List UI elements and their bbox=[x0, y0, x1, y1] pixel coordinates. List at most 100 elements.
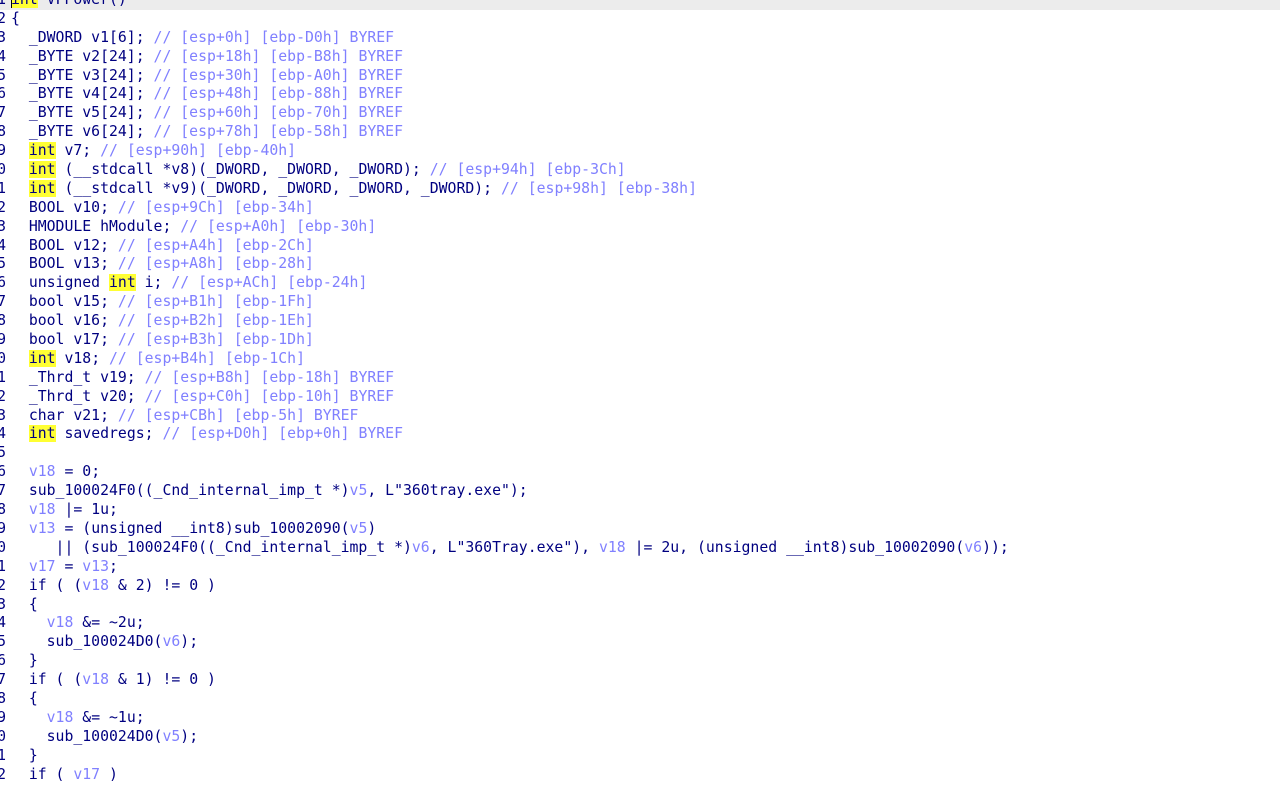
code-text[interactable]: v18 &= ~1u; bbox=[11, 709, 145, 728]
code-text[interactable]: v18 |= 1u; bbox=[11, 501, 118, 520]
code-line[interactable]: 1 int (__stdcall *v9)(_DWORD, _DWORD, _D… bbox=[0, 179, 1280, 199]
code-text[interactable]: } bbox=[11, 747, 38, 766]
code-token: v6 bbox=[162, 633, 181, 651]
code-line[interactable]: 8 _BYTE v6[24]; // [esp+78h] [ebp-58h] B… bbox=[0, 123, 1280, 142]
code-text[interactable]: _BYTE v2[24]; // [esp+18h] [ebp-B8h] BYR… bbox=[11, 48, 403, 67]
code-token: v5 bbox=[349, 482, 368, 500]
code-text[interactable]: char v21; // [esp+CBh] [ebp-5h] BYREF bbox=[11, 407, 359, 426]
code-line[interactable]: 6 unsigned int i; // [esp+ACh] [ebp-24h] bbox=[0, 274, 1280, 293]
code-text[interactable]: bool v17; // [esp+B3h] [ebp-1Dh] bbox=[11, 331, 314, 350]
code-line[interactable]: 6 v18 = 0; bbox=[0, 463, 1280, 482]
code-text[interactable]: int v18; // [esp+B4h] [ebp-1Ch] bbox=[11, 349, 305, 369]
code-text[interactable]: _BYTE v3[24]; // [esp+30h] [ebp-A0h] BYR… bbox=[11, 67, 403, 86]
code-text[interactable]: v18 = 0; bbox=[11, 463, 100, 482]
code-line[interactable]: 3 HMODULE hModule; // [esp+A0h] [ebp-30h… bbox=[0, 218, 1280, 237]
code-text[interactable]: if ( v17 ) bbox=[11, 766, 118, 785]
code-text[interactable]: if ( (v18 & 1) != 0 ) bbox=[11, 671, 216, 690]
code-text[interactable]: int v7; // [esp+90h] [ebp-40h] bbox=[11, 142, 296, 161]
code-text[interactable]: sub_100024D0(v6); bbox=[11, 633, 198, 652]
code-text[interactable]: _Thrd_t v19; // [esp+B8h] [ebp-18h] BYRE… bbox=[11, 369, 394, 388]
code-line[interactable]: 0 int v18; // [esp+B4h] [ebp-1Ch] bbox=[0, 349, 1280, 369]
code-line[interactable]: 5 bbox=[0, 444, 1280, 463]
code-text[interactable]: || (sub_100024F0((_Cnd_internal_imp_t *)… bbox=[11, 539, 1009, 558]
code-token: ); bbox=[180, 727, 199, 745]
code-line[interactable]: 8 bool v16; // [esp+B2h] [ebp-1Eh] bbox=[0, 312, 1280, 331]
code-token: _DWORD v1[6]; bbox=[11, 28, 154, 46]
code-line[interactable]: 3 char v21; // [esp+CBh] [ebp-5h] BYREF bbox=[0, 407, 1280, 426]
code-token: (__stdcall *v8)(_DWORD, _DWORD, _DWORD); bbox=[55, 161, 430, 179]
highlighted-keyword: int bbox=[28, 161, 56, 179]
code-comment: // [esp+B2h] [ebp-1Eh] bbox=[117, 312, 314, 330]
code-line[interactable]: 4 _BYTE v2[24]; // [esp+18h] [ebp-B8h] B… bbox=[0, 48, 1280, 67]
code-text[interactable]: sub_100024F0((_Cnd_internal_imp_t *)v5, … bbox=[11, 482, 528, 501]
code-line[interactable]: 2 if ( v17 ) bbox=[0, 766, 1280, 785]
code-text[interactable]: { bbox=[11, 596, 38, 615]
code-text[interactable]: if ( (v18 & 2) != 0 ) bbox=[11, 577, 216, 596]
code-line[interactable]: 0 sub_100024D0(v5); bbox=[0, 728, 1280, 747]
code-line[interactable]: 2{ bbox=[0, 10, 1280, 29]
pseudocode-editor[interactable]: 1int VFPower()2{3 _DWORD v1[6]; // [esp+… bbox=[0, 0, 1280, 785]
code-text[interactable]: BOOL v12; // [esp+A4h] [ebp-2Ch] bbox=[11, 237, 314, 256]
code-text[interactable]: int (__stdcall *v8)(_DWORD, _DWORD, _DWO… bbox=[11, 161, 626, 180]
code-line[interactable]: 9 int v7; // [esp+90h] [ebp-40h] bbox=[0, 142, 1280, 161]
code-line[interactable]: 5 _BYTE v3[24]; // [esp+30h] [ebp-A0h] B… bbox=[0, 67, 1280, 86]
code-line[interactable]: 5 BOOL v13; // [esp+A8h] [ebp-28h] bbox=[0, 255, 1280, 274]
code-text[interactable]: BOOL v10; // [esp+9Ch] [ebp-34h] bbox=[11, 199, 314, 218]
line-number: 9 bbox=[0, 142, 6, 160]
code-line[interactable]: 7 _BYTE v5[24]; // [esp+60h] [ebp-70h] B… bbox=[0, 104, 1280, 123]
code-line[interactable]: 7 if ( (v18 & 1) != 0 ) bbox=[0, 671, 1280, 690]
code-line[interactable]: 4 v18 &= ~2u; bbox=[0, 614, 1280, 633]
code-comment: // [esp+D0h] [ebp+0h] BYREF bbox=[162, 425, 403, 443]
code-line[interactable]: 0 || (sub_100024F0((_Cnd_internal_imp_t … bbox=[0, 539, 1280, 558]
code-line[interactable]: 9 bool v17; // [esp+B3h] [ebp-1Dh] bbox=[0, 331, 1280, 350]
code-text[interactable]: { bbox=[11, 10, 20, 29]
code-text[interactable]: int (__stdcall *v9)(_DWORD, _DWORD, _DWO… bbox=[11, 179, 697, 199]
code-line[interactable]: 9 v13 = (unsigned __int8)sub_10002090(v5… bbox=[0, 520, 1280, 539]
code-text[interactable]: _DWORD v1[6]; // [esp+0h] [ebp-D0h] BYRE… bbox=[11, 29, 394, 48]
code-line[interactable]: 4 int savedregs; // [esp+D0h] [ebp+0h] B… bbox=[0, 425, 1280, 444]
code-text[interactable]: v17 = v13; bbox=[11, 558, 118, 577]
code-text[interactable]: bool v15; // [esp+B1h] [ebp-1Fh] bbox=[11, 293, 314, 312]
code-token: v13 bbox=[82, 557, 110, 575]
code-line[interactable]: 7 sub_100024F0((_Cnd_internal_imp_t *)v5… bbox=[0, 482, 1280, 501]
code-lines[interactable]: 1int VFPower()2{3 _DWORD v1[6]; // [esp+… bbox=[0, 0, 1280, 784]
code-text[interactable]: BOOL v13; // [esp+A8h] [ebp-28h] bbox=[11, 255, 314, 274]
code-line[interactable]: 2 _Thrd_t v20; // [esp+C0h] [ebp-10h] BY… bbox=[0, 388, 1280, 407]
code-text[interactable]: _BYTE v6[24]; // [esp+78h] [ebp-58h] BYR… bbox=[11, 123, 403, 142]
code-line[interactable]: 8 { bbox=[0, 690, 1280, 709]
code-text[interactable]: HMODULE hModule; // [esp+A0h] [ebp-30h] bbox=[11, 218, 376, 237]
code-line[interactable]: 6 } bbox=[0, 652, 1280, 671]
code-line[interactable]: 2 BOOL v10; // [esp+9Ch] [ebp-34h] bbox=[0, 199, 1280, 218]
code-line[interactable]: 4 BOOL v12; // [esp+A4h] [ebp-2Ch] bbox=[0, 237, 1280, 256]
code-line[interactable]: 1 } bbox=[0, 747, 1280, 766]
code-text[interactable]: int savedregs; // [esp+D0h] [ebp+0h] BYR… bbox=[11, 425, 403, 444]
line-number: 3 bbox=[0, 217, 6, 235]
line-number: 6 bbox=[0, 463, 6, 481]
line-number: 9 bbox=[0, 519, 6, 537]
code-line[interactable]: 1 _Thrd_t v19; // [esp+B8h] [ebp-18h] BY… bbox=[0, 369, 1280, 388]
code-text[interactable]: _BYTE v4[24]; // [esp+48h] [ebp-88h] BYR… bbox=[11, 85, 403, 104]
code-comment: // [esp+60h] [ebp-70h] BYREF bbox=[153, 104, 403, 122]
code-text[interactable]: v13 = (unsigned __int8)sub_10002090(v5) bbox=[11, 520, 376, 539]
code-text[interactable]: } bbox=[11, 652, 38, 671]
code-line[interactable]: 6 _BYTE v4[24]; // [esp+48h] [ebp-88h] B… bbox=[0, 85, 1280, 104]
code-text[interactable]: unsigned int i; // [esp+ACh] [ebp-24h] bbox=[11, 274, 367, 293]
code-line[interactable]: 7 bool v15; // [esp+B1h] [ebp-1Fh] bbox=[0, 293, 1280, 312]
code-line[interactable]: 5 sub_100024D0(v6); bbox=[0, 633, 1280, 652]
code-line[interactable]: 0 int (__stdcall *v8)(_DWORD, _DWORD, _D… bbox=[0, 161, 1280, 180]
code-line[interactable]: 2 if ( (v18 & 2) != 0 ) bbox=[0, 577, 1280, 596]
code-line[interactable]: 3 { bbox=[0, 596, 1280, 615]
code-line[interactable]: 8 v18 |= 1u; bbox=[0, 501, 1280, 520]
code-text[interactable]: int VFPower() bbox=[11, 0, 127, 10]
code-text[interactable]: bool v16; // [esp+B2h] [ebp-1Eh] bbox=[11, 312, 314, 331]
code-text[interactable]: { bbox=[11, 690, 38, 709]
code-text[interactable]: _Thrd_t v20; // [esp+C0h] [ebp-10h] BYRE… bbox=[11, 388, 394, 407]
line-number: 2 bbox=[0, 387, 6, 405]
code-text[interactable]: v18 &= ~2u; bbox=[11, 614, 145, 633]
code-line[interactable]: 3 _DWORD v1[6]; // [esp+0h] [ebp-D0h] BY… bbox=[0, 29, 1280, 48]
code-text[interactable]: _BYTE v5[24]; // [esp+60h] [ebp-70h] BYR… bbox=[11, 104, 403, 123]
code-text[interactable]: sub_100024D0(v5); bbox=[11, 728, 198, 747]
code-line[interactable]: 1 int VFPower() bbox=[0, 0, 1280, 10]
code-line[interactable]: 1 v17 = v13; bbox=[0, 558, 1280, 577]
code-line[interactable]: 9 v18 &= ~1u; bbox=[0, 709, 1280, 728]
